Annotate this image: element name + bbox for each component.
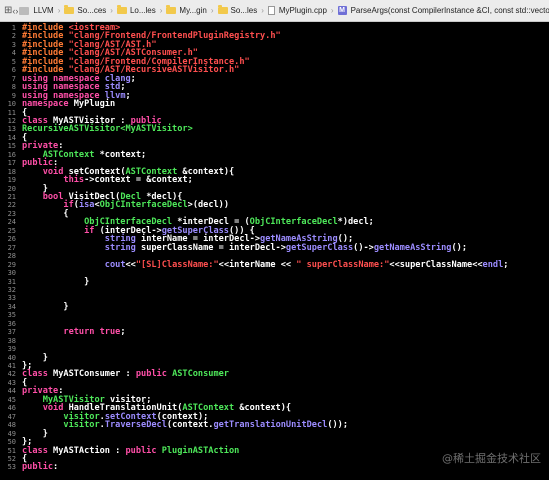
breadcrumb-file[interactable]: MyPlugin.cpp ›: [267, 6, 337, 15]
folder-icon: [116, 5, 127, 14]
chevron-right-icon: ›: [159, 6, 163, 15]
breadcrumb-folder[interactable]: Lo...les ›: [116, 5, 165, 15]
watermark: @稀土掘金技术社区: [442, 452, 541, 465]
folder-icon: [217, 5, 228, 14]
project-icon: [19, 6, 30, 15]
breadcrumb-folder[interactable]: So...ces ›: [63, 5, 116, 15]
breadcrumb-method[interactable]: M ParseArgs(const CompilerInstance &CI, …: [337, 6, 549, 15]
code-text: public:: [22, 463, 58, 472]
chevron-right-icon: ›: [330, 6, 334, 15]
folder-icon: [64, 5, 75, 14]
chevron-right-icon: ›: [261, 6, 264, 15]
related-items-icon[interactable]: ⊞: [4, 4, 12, 18]
code-token: public: [22, 462, 54, 473]
breadcrumb-folder[interactable]: So...les ›: [217, 5, 267, 15]
code-token: :: [53, 462, 59, 473]
cpp-file-icon: [267, 6, 275, 15]
jump-bar: ⊞ ‹ › LLVM › So...ces › Lo...les › My...…: [0, 0, 549, 22]
code-editor[interactable]: 1 #include <iostream> 2 #include "clang/Fro…: [0, 22, 549, 480]
folder-icon: [166, 5, 177, 14]
chevron-right-icon: ›: [57, 6, 61, 15]
breadcrumb-folder[interactable]: My...gin ›: [165, 5, 216, 15]
chevron-right-icon: ›: [210, 6, 214, 15]
method-icon: M: [337, 6, 347, 15]
breadcrumb-project[interactable]: LLVM ›: [18, 6, 63, 15]
line-number: 53: [7, 463, 16, 472]
chevron-right-icon: ›: [110, 6, 113, 15]
